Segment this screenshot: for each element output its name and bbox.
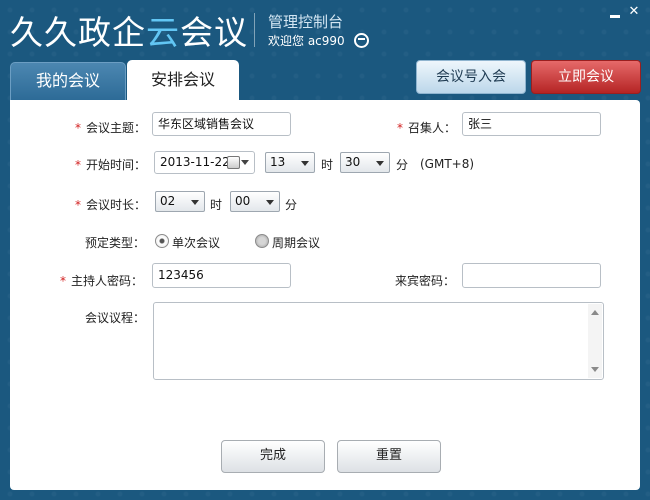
brand-tail: 会议 xyxy=(180,13,248,52)
hour-unit-label: 时 xyxy=(321,158,334,172)
duration-hours-select[interactable]: 02 xyxy=(155,191,205,212)
radio-single-meeting[interactable] xyxy=(155,234,169,248)
logout-icon[interactable] xyxy=(354,33,369,48)
chevron-down-icon[interactable] xyxy=(241,160,249,165)
agenda-scrollbar[interactable] xyxy=(588,304,602,378)
required-mark: * xyxy=(397,121,403,135)
minute-unit-label: 分 xyxy=(396,158,409,172)
timezone-label: (GMT+8) xyxy=(420,157,475,171)
required-mark: * xyxy=(75,121,81,135)
duration-minutes-select[interactable]: 00 xyxy=(230,191,280,212)
start-date-value: 2013-11-22 xyxy=(160,155,230,169)
minimize-icon[interactable] xyxy=(608,5,622,19)
agenda-textarea[interactable] xyxy=(153,302,604,380)
required-mark: * xyxy=(60,274,66,288)
required-mark: * xyxy=(75,198,81,212)
app-logo: 久久政企云会议 xyxy=(10,6,248,54)
header-divider xyxy=(254,13,255,47)
start-hour-select[interactable]: 13 xyxy=(265,152,315,173)
convener-input[interactable]: 张三 xyxy=(462,112,601,136)
host-password-input[interactable]: 123456 xyxy=(152,263,291,288)
guest-password-label: 来宾密码： xyxy=(395,274,456,288)
app-window: 久久政企云会议 管理控制台 欢迎您 ac990 ✕ 我的会议 安排会议 会议号入… xyxy=(0,0,650,500)
console-title: 管理控制台 xyxy=(268,13,344,31)
duration-minutes-unit: 分 xyxy=(285,198,298,212)
brand-cloud: 云 xyxy=(146,13,180,52)
duration-hours-unit: 时 xyxy=(210,198,223,212)
radio-recurring-label[interactable]: 周期会议 xyxy=(272,234,320,251)
chevron-down-icon xyxy=(266,200,274,205)
chevron-down-icon xyxy=(301,161,309,166)
chevron-down-icon xyxy=(191,200,199,205)
tab-my-meetings[interactable]: 我的会议 xyxy=(10,62,126,101)
schedule-form-panel: * 会议主题： 华东区域销售会议 * 召集人： 张三 * 开始时间： 2013-11-… xyxy=(10,100,640,490)
calendar-icon[interactable] xyxy=(227,156,240,169)
start-date-picker[interactable]: 2013-11-22 xyxy=(154,151,255,174)
subject-label: * 会议主题： xyxy=(75,121,147,135)
start-meeting-now-button[interactable]: 立即会议 xyxy=(531,60,641,94)
tab-schedule-meeting[interactable]: 安排会议 xyxy=(127,60,239,101)
join-by-meeting-number-button[interactable]: 会议号入会 xyxy=(416,60,526,94)
scroll-down-icon[interactable] xyxy=(591,367,599,372)
duration-label: * 会议时长： xyxy=(75,198,147,212)
chevron-down-icon xyxy=(376,161,384,166)
welcome-text: 欢迎您 ac990 xyxy=(268,34,345,48)
done-button[interactable]: 完成 xyxy=(221,440,325,473)
radio-recurring-meeting[interactable] xyxy=(255,234,269,248)
start-minute-select[interactable]: 30 xyxy=(340,152,390,173)
scroll-up-icon[interactable] xyxy=(591,310,599,315)
convener-label: * 召集人： xyxy=(397,121,457,135)
radio-single-label[interactable]: 单次会议 xyxy=(172,234,220,251)
host-password-label: * 主持人密码： xyxy=(60,274,144,288)
subject-input[interactable]: 华东区域销售会议 xyxy=(152,112,291,136)
reset-button[interactable]: 重置 xyxy=(337,440,441,473)
guest-password-input[interactable] xyxy=(462,263,601,288)
brand-main: 久久政企 xyxy=(10,13,146,52)
booking-type-label: 预定类型： xyxy=(85,236,146,250)
agenda-label: 会议议程： xyxy=(85,311,146,325)
start-time-label: * 开始时间： xyxy=(75,158,147,172)
required-mark: * xyxy=(75,158,81,172)
close-icon[interactable]: ✕ xyxy=(627,5,641,19)
